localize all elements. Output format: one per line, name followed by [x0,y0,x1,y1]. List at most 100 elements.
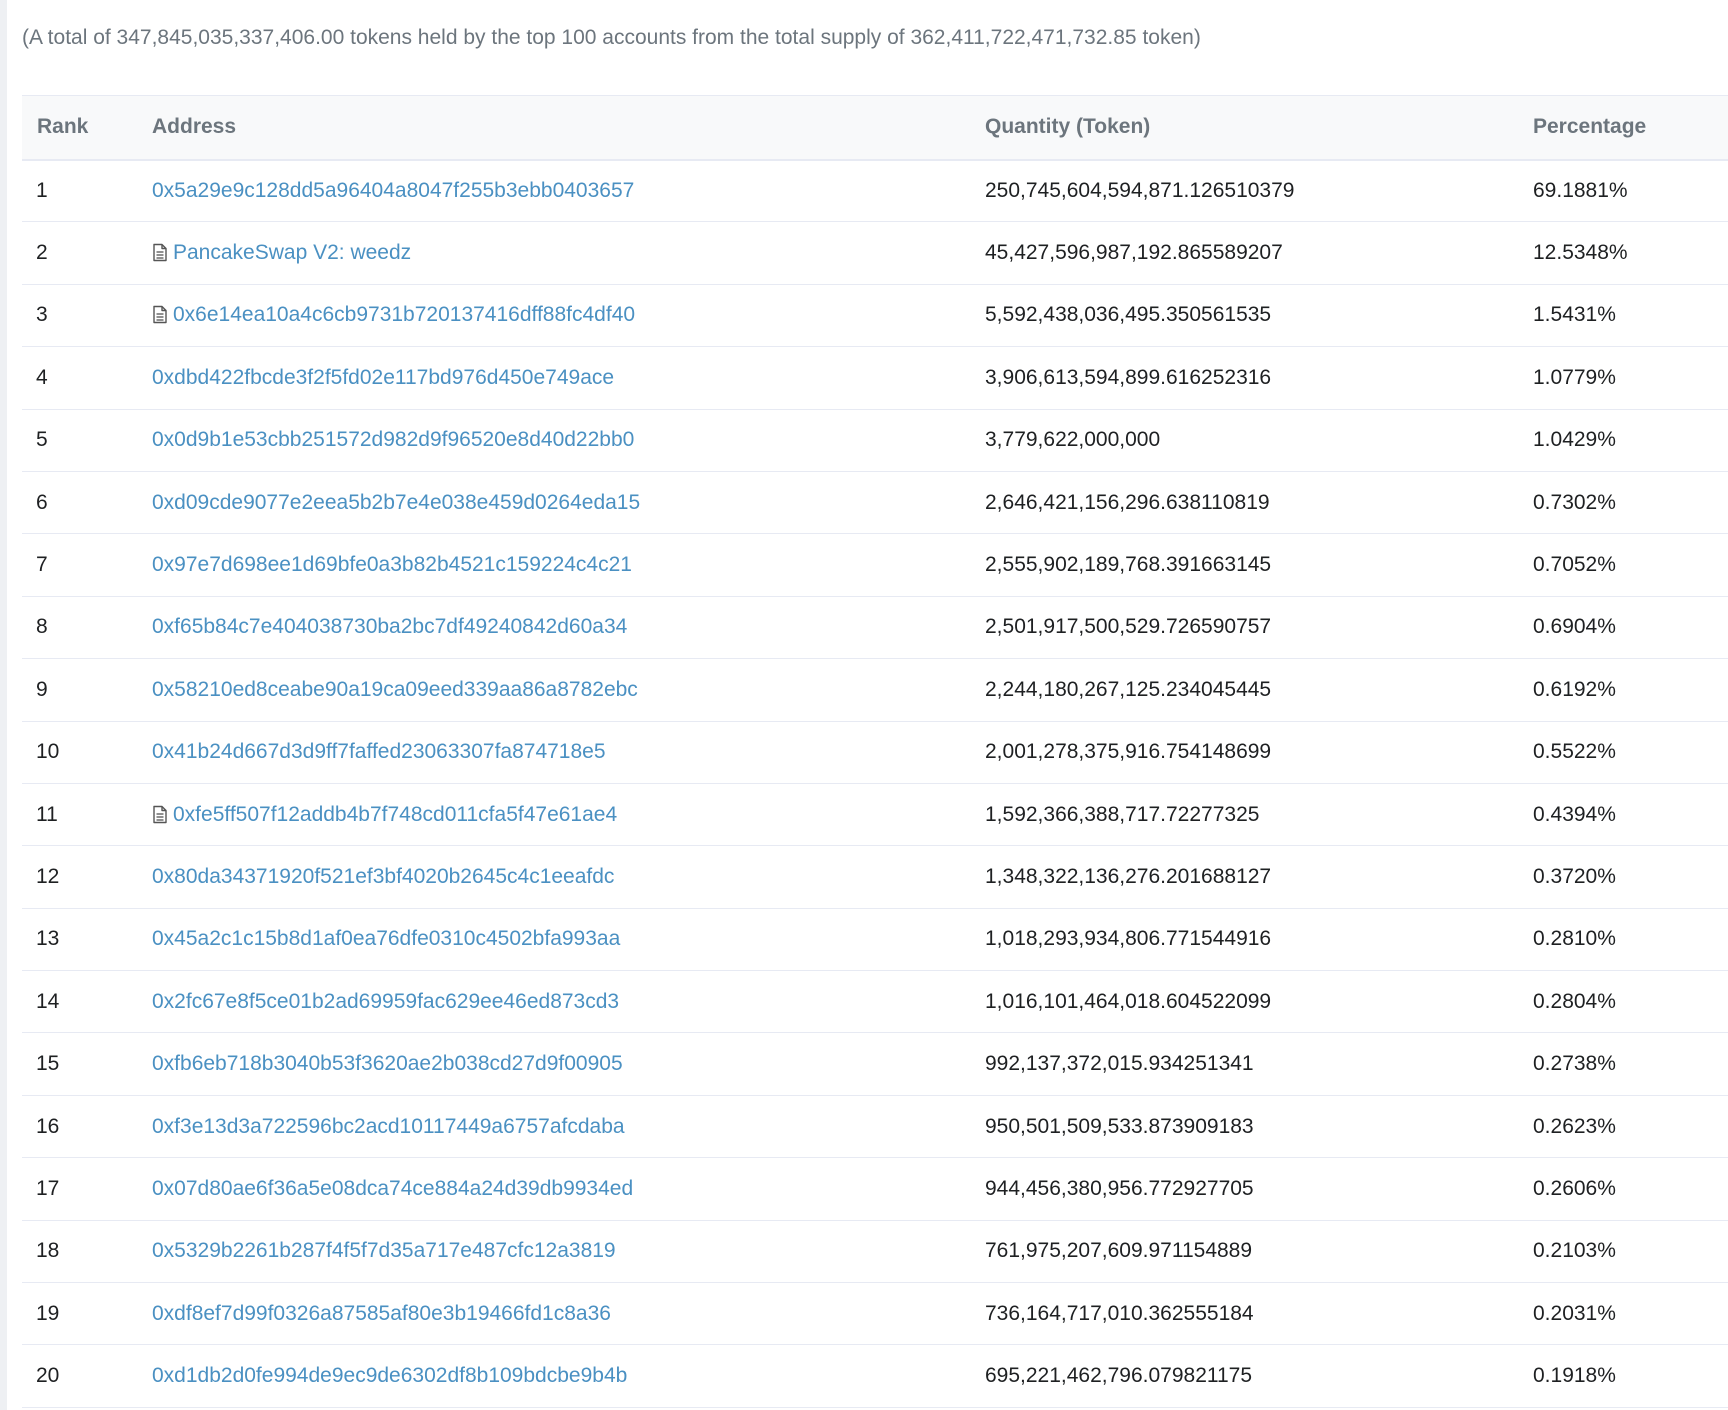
table-row: 4 0xdbd422fbcde3f2f5fd02e117bd976d450e749… [22,346,1728,410]
holder-address-link[interactable]: 0x5329b2261b287f4f5f7d35a717e487cfc12a38… [152,1239,616,1262]
address-cell: 0x45a2c1c15b8d1af0ea76dfe0310c4502bfa993… [152,908,985,972]
rank-cell: 13 [22,908,152,972]
rank-cell: 6 [22,471,152,535]
holder-address-link[interactable]: 0xf65b84c7e404038730ba2bc7df49240842d60a… [152,615,627,638]
address-cell: 0x2fc67e8f5ce01b2ad69959fac629ee46ed873c… [152,970,985,1034]
percentage-cell: 0.5522% [1533,721,1728,784]
holder-address-link[interactable]: 0xfb6eb718b3040b53f3620ae2b038cd27d9f009… [152,1052,623,1075]
percentage-cell: 1.5431% [1533,284,1728,348]
table-row: 19 0xdf8ef7d99f0326a87585af80e3b19466fd1c… [22,1282,1728,1346]
holder-address-link[interactable]: 0x0d9b1e53cbb251572d982d9f96520e8d40d22b… [152,428,634,451]
quantity-cell: 250,745,604,594,871.126510379 [985,159,1533,223]
table-row: 6 0xd09cde9077e2eea5b2b7e4e038e459d0264ed… [22,471,1728,535]
rank-cell: 1 [22,159,152,223]
table-row: 7 0x97e7d698ee1d69bfe0a3b82b4521c159224c4… [22,533,1728,597]
rank-cell: 16 [22,1095,152,1159]
holder-address-link[interactable]: 0x5a29e9c128dd5a96404a8047f255b3ebb04036… [152,179,634,202]
table-row: 9 0x58210ed8ceabe90a19ca09eed339aa86a8782… [22,658,1728,722]
address-cell: PancakeSwap V2: weedz [152,221,985,285]
percentage-cell: 0.6904% [1533,596,1728,660]
address-cell: 0x80da34371920f521ef3bf4020b2645c4c1eeaf… [152,845,985,909]
holder-address-link[interactable]: 0x07d80ae6f36a5e08dca74ce884a24d39db9934… [152,1177,633,1200]
rank-cell: 20 [22,1344,152,1408]
quantity-cell: 1,018,293,934,806.771544916 [985,908,1533,972]
table-row: 12 0x80da34371920f521ef3bf4020b2645c4c1ee… [22,845,1728,909]
percentage-cell: 0.2810% [1533,908,1728,972]
percentage-cell: 12.5348% [1533,221,1728,285]
rank-cell: 15 [22,1032,152,1096]
quantity-column-header: Quantity (Token) [985,95,1533,161]
holder-address-link[interactable]: 0x45a2c1c15b8d1af0ea76dfe0310c4502bfa993… [152,927,620,950]
holder-address-link[interactable]: 0x41b24d667d3d9ff7faffed23063307fa874718… [152,740,606,763]
table-row: 3 0x6e14ea10a4c6cb9731b720137416dff88fc4d… [22,284,1728,348]
percentage-cell: 0.2606% [1533,1157,1728,1221]
table-row: 20 0xd1db2d0fe994de9ec9de6302df8b109bdcbe… [22,1344,1728,1408]
rank-cell: 12 [22,845,152,909]
table-header: Rank Address Quantity (Token) Percentage [22,95,1728,161]
address-cell: 0x97e7d698ee1d69bfe0a3b82b4521c159224c4c… [152,533,985,597]
table-row: 1 0x5a29e9c128dd5a96404a8047f255b3ebb0403… [22,159,1728,223]
quantity-cell: 736,164,717,010.362555184 [985,1282,1533,1346]
holder-address-link[interactable]: 0xd09cde9077e2eea5b2b7e4e038e459d0264eda… [152,491,640,514]
holder-address-link[interactable]: PancakeSwap V2: weedz [173,241,411,264]
address-cell: 0xdf8ef7d99f0326a87585af80e3b19466fd1c8a… [152,1282,985,1346]
rank-cell: 18 [22,1220,152,1284]
percentage-cell: 0.2103% [1533,1220,1728,1284]
address-cell: 0xf65b84c7e404038730ba2bc7df49240842d60a… [152,596,985,660]
holder-address-link[interactable]: 0xdf8ef7d99f0326a87585af80e3b19466fd1c8a… [152,1302,611,1325]
rank-cell: 9 [22,658,152,722]
token-holders-table: Rank Address Quantity (Token) Percentage… [22,95,1728,1408]
quantity-cell: 2,646,421,156,296.638110819 [985,471,1533,535]
address-column-header: Address [152,95,985,161]
page-left-border [0,0,7,1410]
holder-address-link[interactable]: 0x58210ed8ceabe90a19ca09eed339aa86a8782e… [152,678,638,701]
percentage-cell: 0.6192% [1533,658,1728,722]
rank-cell: 7 [22,533,152,597]
holder-address-link[interactable]: 0xf3e13d3a722596bc2acd10117449a6757afcda… [152,1115,625,1138]
percentage-cell: 0.2623% [1533,1095,1728,1159]
rank-cell: 5 [22,409,152,472]
table-row: 8 0xf65b84c7e404038730ba2bc7df49240842d60… [22,596,1728,660]
holder-address-link[interactable]: 0x2fc67e8f5ce01b2ad69959fac629ee46ed873c… [152,990,619,1013]
holder-address-link[interactable]: 0xdbd422fbcde3f2f5fd02e117bd976d450e749a… [152,366,614,389]
holders-summary-text: (A total of 347,845,035,337,406.00 token… [22,26,1201,49]
rank-cell: 11 [22,783,152,847]
quantity-cell: 2,244,180,267,125.234045445 [985,658,1533,722]
quantity-cell: 2,001,278,375,916.754148699 [985,721,1533,784]
holder-address-link[interactable]: 0xfe5ff507f12addb4b7f748cd011cfa5f47e61a… [173,803,617,826]
address-cell: 0xfe5ff507f12addb4b7f748cd011cfa5f47e61a… [152,783,985,847]
holder-address-link[interactable]: 0xd1db2d0fe994de9ec9de6302df8b109bdcbe9b… [152,1364,627,1387]
quantity-cell: 950,501,509,533.873909183 [985,1095,1533,1159]
quantity-cell: 761,975,207,609.971154889 [985,1220,1533,1284]
address-cell: 0xf3e13d3a722596bc2acd10117449a6757afcda… [152,1095,985,1159]
percentage-cell: 0.2738% [1533,1032,1728,1096]
quantity-cell: 2,501,917,500,529.726590757 [985,596,1533,660]
quantity-cell: 944,456,380,956.772927705 [985,1157,1533,1221]
address-cell: 0x0d9b1e53cbb251572d982d9f96520e8d40d22b… [152,409,985,472]
percentage-cell: 69.1881% [1533,159,1728,223]
address-cell: 0x5a29e9c128dd5a96404a8047f255b3ebb04036… [152,159,985,223]
table-row: 11 0xfe5ff507f12addb4b7f748cd011cfa5f47e6… [22,783,1728,847]
rank-cell: 10 [22,721,152,784]
holder-address-link[interactable]: 0x80da34371920f521ef3bf4020b2645c4c1eeaf… [152,865,614,888]
table-row: 13 0x45a2c1c15b8d1af0ea76dfe0310c4502bfa9… [22,908,1728,972]
quantity-cell: 3,779,622,000,000 [985,409,1533,472]
percentage-cell: 0.2031% [1533,1282,1728,1346]
table-row: 16 0xf3e13d3a722596bc2acd10117449a6757afc… [22,1095,1728,1159]
table-body: 1 0x5a29e9c128dd5a96404a8047f255b3ebb0403… [22,159,1728,1408]
file-contract-icon [152,243,169,263]
holder-address-link[interactable]: 0x97e7d698ee1d69bfe0a3b82b4521c159224c4c… [152,553,632,576]
quantity-cell: 695,221,462,796.079821175 [985,1344,1533,1408]
percentage-cell: 0.3720% [1533,845,1728,909]
percentage-cell: 0.7302% [1533,471,1728,535]
percentage-column-header: Percentage [1533,95,1728,161]
file-contract-icon [152,305,169,325]
address-cell: 0xfb6eb718b3040b53f3620ae2b038cd27d9f009… [152,1032,985,1096]
rank-cell: 19 [22,1282,152,1346]
quantity-cell: 2,555,902,189,768.391663145 [985,533,1533,597]
rank-cell: 8 [22,596,152,660]
percentage-cell: 1.0429% [1533,409,1728,472]
address-cell: 0xd09cde9077e2eea5b2b7e4e038e459d0264eda… [152,471,985,535]
file-contract-icon [152,805,169,825]
holder-address-link[interactable]: 0x6e14ea10a4c6cb9731b720137416dff88fc4df… [173,303,635,326]
